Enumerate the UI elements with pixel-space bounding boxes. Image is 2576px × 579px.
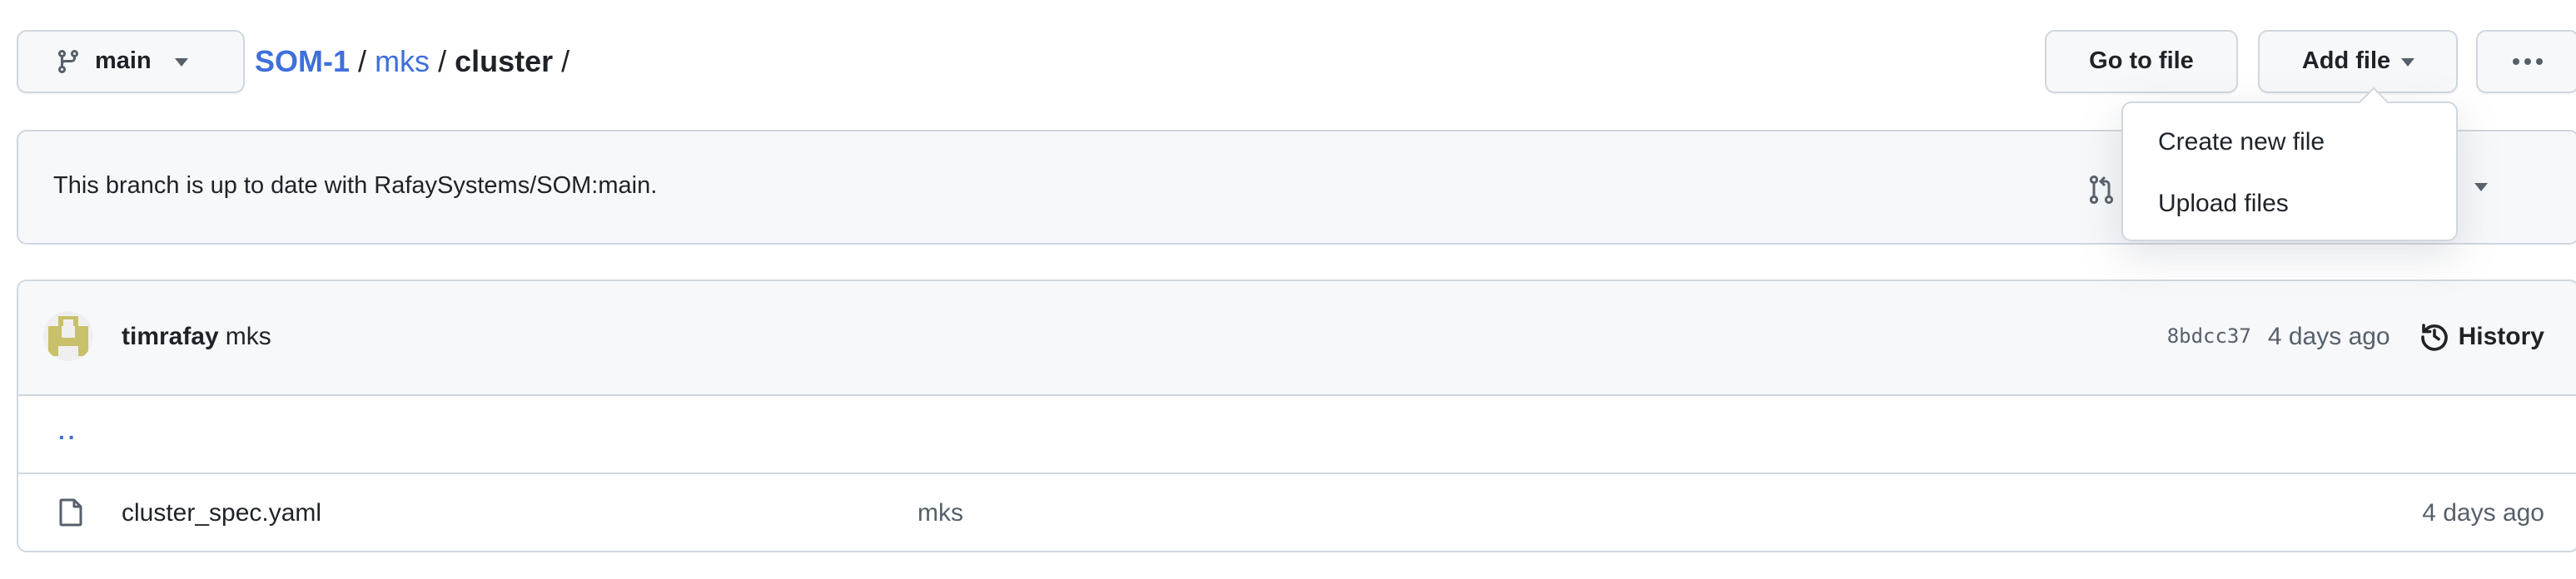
file-commit-time: 4 days ago (2422, 499, 2544, 527)
file-name-link[interactable]: cluster_spec.yaml (122, 499, 321, 527)
commit-sha[interactable]: 8bdcc37 (2167, 324, 2251, 348)
chevron-down-icon (2474, 183, 2488, 191)
menu-item-upload-files[interactable]: Upload files (2158, 190, 2289, 218)
commit-author[interactable]: timrafay mks (122, 323, 271, 351)
kebab-horizontal-icon (2513, 58, 2543, 65)
history-icon (2421, 324, 2449, 351)
file-icon (59, 498, 82, 527)
breadcrumb-current: cluster (455, 45, 554, 78)
latest-commit-bar: timrafay mks 8bdcc37 4 days ago History (18, 281, 2576, 396)
breadcrumb-separator: / (438, 45, 447, 78)
table-row[interactable]: cluster_spec.yaml mks 4 days ago (18, 474, 2576, 551)
add-file-button[interactable]: Add file (2258, 30, 2458, 93)
file-list: timrafay mks 8bdcc37 4 days ago History .… (17, 280, 2576, 552)
menu-item-create-new-file[interactable]: Create new file (2158, 128, 2325, 156)
chevron-down-icon (174, 57, 188, 66)
history-button[interactable]: History (2420, 321, 2544, 351)
commit-message[interactable]: mks (226, 323, 271, 351)
branch-name: main (95, 48, 152, 75)
breadcrumb: SOM-1/mks / cluster / (255, 45, 578, 80)
more-options-button[interactable] (2476, 30, 2576, 93)
branch-status-message: This branch is up to date with RafaySyst… (53, 173, 658, 200)
parent-directory-row[interactable]: .. (18, 394, 2576, 474)
add-file-menu: Create new file Upload files (2121, 101, 2458, 241)
branch-selector[interactable]: main (17, 30, 245, 93)
breadcrumb-separator: / (561, 45, 570, 78)
go-to-file-button[interactable]: Go to file (2045, 30, 2238, 93)
pull-request-icon (2089, 175, 2114, 205)
parent-directory-link[interactable]: .. (58, 418, 78, 444)
author-name[interactable]: timrafay (122, 323, 219, 351)
breadcrumb-folder-link[interactable]: mks (375, 45, 430, 78)
go-to-file-label: Go to file (2089, 48, 2194, 75)
chevron-down-icon (2400, 57, 2414, 66)
file-commit-message[interactable]: mks (918, 499, 963, 527)
breadcrumb-repo-link[interactable]: SOM-1 (255, 45, 350, 78)
commit-time: 4 days ago (2267, 322, 2390, 350)
history-label: History (2458, 322, 2544, 350)
git-branch-icon (57, 50, 78, 74)
avatar[interactable] (43, 311, 93, 361)
add-file-label: Add file (2301, 48, 2391, 75)
breadcrumb-separator: / (358, 45, 367, 78)
